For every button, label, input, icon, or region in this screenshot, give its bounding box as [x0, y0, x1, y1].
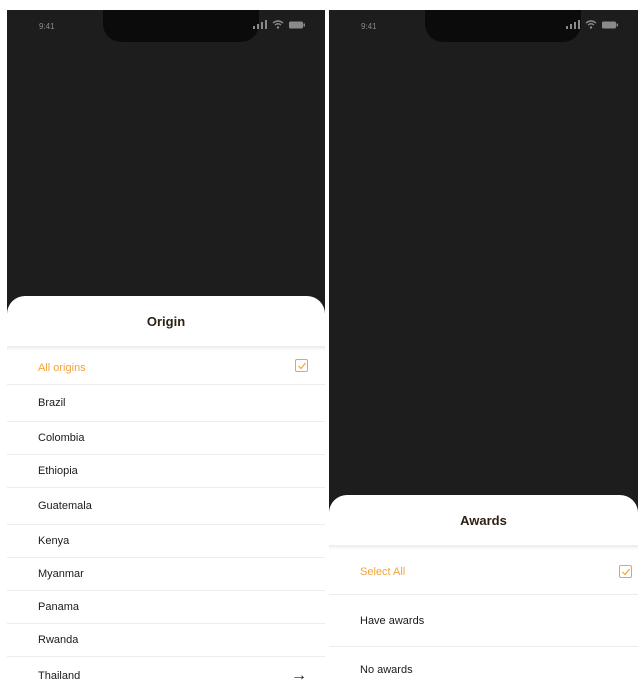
option-label: Guatemala	[38, 500, 92, 512]
battery-icon	[289, 21, 305, 28]
option-label: Panama	[38, 601, 79, 613]
sheet-title: Awards	[460, 513, 507, 528]
awards-option-no-awards[interactable]: No awards	[329, 647, 638, 691]
option-label: All origins	[38, 361, 86, 374]
notch	[425, 10, 581, 42]
wifi-icon	[585, 20, 597, 29]
notch	[103, 10, 259, 42]
status-time: 9:41	[39, 22, 55, 31]
checkbox-checked-icon[interactable]	[619, 565, 632, 578]
phone-screen-origin: 9:41 Origin All origins Brazil Colombia	[7, 10, 325, 691]
option-label: Brazil	[38, 397, 66, 409]
origin-option-brazil[interactable]: Brazil	[7, 385, 325, 422]
option-label: Rwanda	[38, 634, 79, 646]
origin-option-all[interactable]: All origins	[7, 351, 325, 385]
origin-option-guatemala[interactable]: Guatemala	[7, 488, 325, 525]
arrow-right-icon[interactable]: →	[291, 667, 307, 685]
option-label: Have awards	[360, 614, 425, 627]
origin-option-colombia[interactable]: Colombia	[7, 422, 325, 455]
origin-option-rwanda[interactable]: Rwanda	[7, 624, 325, 657]
origin-option-ethiopia[interactable]: Ethiopia	[7, 455, 325, 488]
origin-bottom-sheet: Origin All origins Brazil Colombia Ethio…	[7, 296, 325, 691]
option-label: Myanmar	[38, 568, 84, 580]
sheet-title: Origin	[146, 314, 186, 329]
option-label: No awards	[360, 663, 413, 676]
option-label: Kenya	[38, 535, 70, 547]
wifi-icon	[272, 20, 284, 29]
signal-icon	[253, 20, 267, 29]
status-icons	[566, 20, 618, 29]
phone-screen-awards: 9:41 Awards Select All Have awards No aw…	[329, 10, 638, 691]
origin-option-thailand[interactable]: Thailand →	[7, 657, 325, 691]
option-label: Ethiopia	[38, 465, 78, 477]
option-label: Select All	[360, 566, 406, 578]
option-label: Thailand	[38, 670, 81, 682]
signal-icon	[566, 20, 580, 29]
checkbox-checked-icon[interactable]	[295, 359, 308, 372]
option-label: Colombia	[38, 432, 85, 444]
battery-icon	[602, 21, 618, 28]
awards-bottom-sheet: Awards Select All Have awards No awards	[329, 495, 638, 691]
origin-option-myanmar[interactable]: Myanmar	[7, 558, 325, 591]
status-icons	[253, 20, 305, 29]
awards-option-have-awards[interactable]: Have awards	[329, 595, 638, 647]
status-time: 9:41	[361, 22, 377, 31]
origin-option-kenya[interactable]: Kenya	[7, 525, 325, 558]
awards-option-select-all[interactable]: Select All	[329, 550, 638, 595]
origin-option-panama[interactable]: Panama	[7, 591, 325, 624]
